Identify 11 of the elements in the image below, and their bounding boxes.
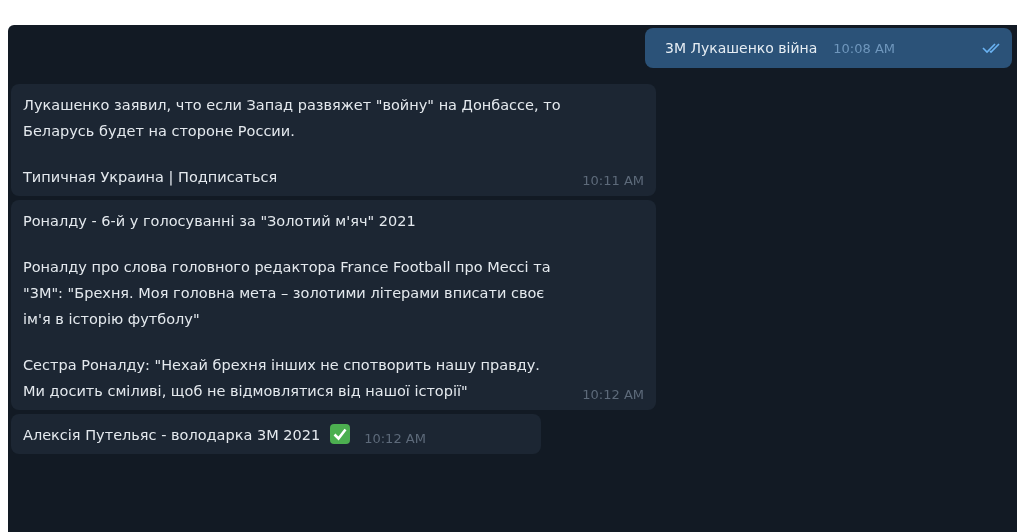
message-text: Сестра Роналду: "Нехай брехня інших не спотворить нашу правду. Ми досить сміливі, щоб не відмовлятися від нашої історії"	[23, 356, 541, 401]
message-time: 10:08 AM	[833, 40, 896, 56]
message-text: Алексія Путельяс - володарка 3М 2021	[23, 426, 321, 445]
message-text: Типичная Украина | Подписаться	[23, 168, 279, 188]
message-text: Роналду про слова головного редактора France Football про Мессі та "3М": "Брехня. Моя головна мета – золотими літерами вписати своє ім'я в історію футболу"	[23, 258, 552, 329]
message-time: 10:12 AM	[364, 431, 426, 448]
message-text: Роналду - 6-й у голосуванні за "Золотий м'яч" 2021	[23, 212, 417, 231]
message-time: 10:11 AM	[582, 173, 644, 190]
message-time: 10:12 AM	[582, 387, 644, 404]
message-text: 3М Лукашенко війна	[665, 40, 818, 56]
message-text: Лукашенко заявил, что если Запад развяжет "войну" на Донбассе, то Беларусь будет на стороне России.	[23, 96, 562, 141]
